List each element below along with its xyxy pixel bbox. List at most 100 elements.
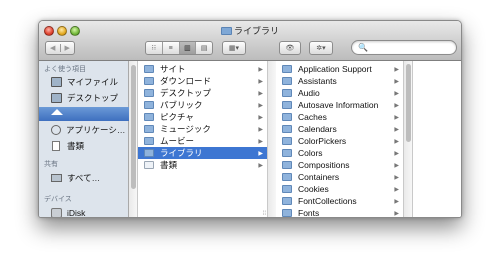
sidebar-item-applications[interactable]: アプリケーシ… <box>39 123 129 137</box>
network-icon <box>51 174 62 182</box>
list-item[interactable]: Compositions ▶ <box>276 159 403 171</box>
view-mode-buttons: ⁝⁝ ≡ ▥ ▤ <box>145 41 213 55</box>
window-title-text: ライブラリ <box>233 26 279 36</box>
folder-icon <box>144 149 154 157</box>
chevron-right-icon: ▶ <box>394 138 399 145</box>
disk-icon <box>51 208 62 217</box>
sidebar-item-idisk[interactable]: iDisk <box>39 206 129 217</box>
chevron-right-icon: ▶ <box>258 126 263 133</box>
column-view-button[interactable]: ▥ <box>179 42 197 54</box>
folder-icon <box>220 27 232 35</box>
list-item[interactable]: Containers ▶ <box>276 171 403 183</box>
scroll-thumb[interactable] <box>406 64 411 142</box>
list-item[interactable]: Application Support ▶ <box>276 63 403 75</box>
list-view-button[interactable]: ≡ <box>163 42 180 54</box>
list-item[interactable]: Colors ▶ <box>276 147 403 159</box>
list-item-selected[interactable]: ライブラリ ▶ <box>138 147 267 159</box>
folder-icon <box>282 113 292 121</box>
list-item[interactable]: ダウンロード ▶ <box>138 75 267 87</box>
scroll-thumb[interactable] <box>131 65 136 189</box>
chevron-right-icon: ▶ <box>394 162 399 169</box>
chevron-right-icon: ▶ <box>258 138 263 145</box>
back-forward-buttons: ◀ ▶ <box>45 41 75 55</box>
item-label: Assistants <box>298 76 337 86</box>
chevron-right-icon: ▶ <box>394 174 399 181</box>
list-item[interactable]: Calendars ▶ <box>276 123 403 135</box>
action-button[interactable]: ✲▾ <box>309 41 333 55</box>
list-item[interactable]: ピクチャ ▶ <box>138 111 267 123</box>
item-label: パブリック <box>160 100 203 110</box>
sidebar-header-favorites: よく使う項目 <box>44 66 86 73</box>
item-label: Fonts <box>298 208 320 218</box>
folder-icon <box>144 125 154 133</box>
sidebar-scrollbar[interactable] <box>129 61 138 217</box>
back-button[interactable]: ◀ <box>46 44 61 52</box>
chevron-right-icon: ▶ <box>394 66 399 73</box>
sidebar-item-desktop[interactable]: デスクトップ <box>39 91 129 105</box>
search-input[interactable]: 🔍 <box>351 40 457 55</box>
chevron-right-icon: ▶ <box>394 198 399 205</box>
coverflow-view-button[interactable]: ▤ <box>196 42 212 54</box>
list-item[interactable]: サイト ▶ <box>138 63 267 75</box>
list-item[interactable]: パブリック ▶ <box>138 99 267 111</box>
titlebar: ライブラリ ◀ ▶ ⁝⁝ ≡ ▥ ▤ ▦▾ 👁 ✲▾ 🔍 <box>39 21 461 61</box>
item-label: Cookies <box>298 184 329 194</box>
chevron-right-icon: ▶ <box>394 126 399 133</box>
item-label: サイト <box>160 64 186 74</box>
sidebar-item-documents[interactable]: 書類 <box>39 139 129 153</box>
empty-column-area <box>413 61 461 217</box>
list-item[interactable]: ムービー ▶ <box>138 135 267 147</box>
folder-icon <box>282 197 292 205</box>
list-item[interactable]: Autosave Information ▶ <box>276 99 403 111</box>
forward-button[interactable]: ▶ <box>61 44 75 52</box>
folder-icon <box>144 113 154 121</box>
list-item[interactable]: Cookies ▶ <box>276 183 403 195</box>
sidebar-item-home[interactable] <box>39 107 129 121</box>
list-item[interactable]: Assistants ▶ <box>276 75 403 87</box>
sidebar-item-label: 書類 <box>67 141 85 151</box>
document-icon <box>52 141 60 151</box>
sidebar-item-label: デスクトップ <box>67 93 119 103</box>
item-label: ダウンロード <box>160 76 212 86</box>
item-label: Compositions <box>298 160 350 170</box>
column-resize-handle[interactable]: ⁞⁞ <box>263 211 266 217</box>
list-item[interactable]: 書類 ▶ <box>138 159 267 171</box>
item-label: ライブラリ <box>160 148 203 158</box>
quicklook-button[interactable]: 👁 <box>279 41 301 55</box>
folder-icon <box>282 209 292 217</box>
list-item[interactable]: Fonts ▶ <box>276 207 403 218</box>
chevron-right-icon: ▶ <box>394 150 399 157</box>
sidebar-item-all-shared[interactable]: すべて… <box>39 171 129 185</box>
chevron-right-icon: ▶ <box>258 114 263 121</box>
item-label: ミュージック <box>160 124 211 134</box>
list-item[interactable]: Audio ▶ <box>276 87 403 99</box>
chevron-right-icon: ▶ <box>394 78 399 85</box>
item-label: Audio <box>298 88 320 98</box>
item-label: Caches <box>298 112 327 122</box>
item-label: Containers <box>298 172 340 182</box>
list-item[interactable]: デスクトップ ▶ <box>138 87 267 99</box>
list-item[interactable]: Caches ▶ <box>276 111 403 123</box>
folder-icon <box>144 65 154 73</box>
chevron-right-icon: ▶ <box>258 162 263 169</box>
sidebar-item-myfiles[interactable]: マイファイル <box>39 75 129 89</box>
arrange-button[interactable]: ▦▾ <box>222 41 246 55</box>
chevron-right-icon: ▶ <box>394 186 399 193</box>
chevron-right-icon: ▶ <box>258 102 263 109</box>
chevron-right-icon: ▶ <box>394 102 399 109</box>
apps-icon <box>51 125 61 135</box>
column2-scrollbar[interactable] <box>404 61 413 217</box>
list-item[interactable]: ColorPickers ▶ <box>276 135 403 147</box>
sidebar-item-label: マイファイル <box>67 77 119 87</box>
item-label: Autosave Information <box>298 100 379 110</box>
column-library: Application Support ▶ Assistants ▶ Audio ▶ … <box>276 61 404 218</box>
folder-icon <box>282 101 292 109</box>
chevron-right-icon: ▶ <box>258 78 263 85</box>
item-label: 書類 <box>160 160 178 170</box>
icon-view-button[interactable]: ⁝⁝ <box>146 42 163 54</box>
search-icon: 🔍 <box>358 43 368 52</box>
list-item[interactable]: FontCollections ▶ <box>276 195 403 207</box>
sidebar-item-label: アプリケーシ… <box>66 125 126 135</box>
chevron-right-icon: ▶ <box>258 150 263 157</box>
list-item[interactable]: ミュージック ▶ <box>138 123 267 135</box>
